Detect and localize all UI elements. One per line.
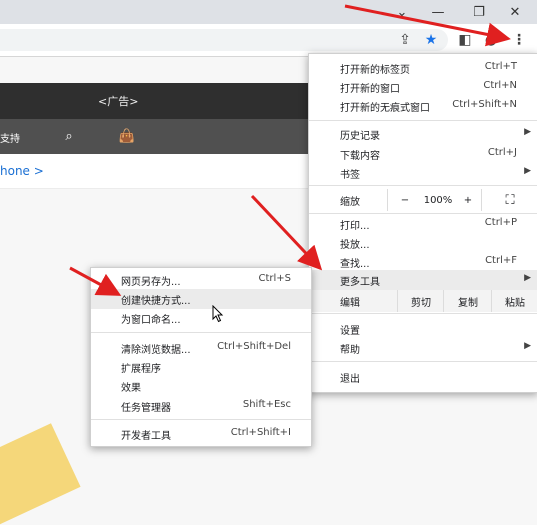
mouse-cursor-icon	[212, 305, 224, 323]
zoom-in-button[interactable]: +	[455, 189, 481, 211]
close-button[interactable]: ✕	[498, 0, 532, 24]
bag-icon[interactable]: 👜	[118, 127, 136, 145]
submenu-task-manager[interactable]: 任务管理器 Shift+Esc	[91, 396, 311, 416]
menu-find[interactable]: 查找... Ctrl+F	[309, 252, 537, 272]
bookmark-star-icon[interactable]: ★	[421, 30, 441, 50]
minimize-button[interactable]: —	[421, 0, 455, 24]
submenu-name-window[interactable]: 为窗口命名...	[91, 308, 311, 328]
decorative-shape	[0, 423, 81, 525]
address-bar[interactable]	[0, 29, 448, 51]
chevron-right-icon: ▶	[524, 273, 531, 283]
menu-settings[interactable]: 设置	[309, 319, 537, 339]
chrome-main-menu: 打开新的标签页 Ctrl+T 打开新的窗口 Ctrl+N 打开新的无痕式窗口 C…	[308, 53, 537, 393]
profile-icon[interactable]: ●	[481, 30, 501, 50]
menu-separator	[309, 120, 537, 121]
zoom-level: 100%	[423, 194, 453, 206]
submenu-clear-data[interactable]: 清除浏览数据... Ctrl+Shift+Del	[91, 338, 311, 358]
chevron-right-icon: ▶	[524, 127, 531, 137]
restore-button[interactable]: ❐	[462, 0, 496, 24]
menu-cast[interactable]: 投放...	[309, 233, 537, 253]
submenu-extensions[interactable]: 扩展程序	[91, 357, 311, 377]
site-nav-bar: 支持 ⌕ 👜	[0, 119, 310, 154]
chevron-down-icon[interactable]: ⌄	[385, 0, 419, 24]
side-panel-icon[interactable]: ◧	[455, 30, 475, 50]
menu-new-window[interactable]: 打开新的窗口 Ctrl+N	[309, 77, 537, 97]
share-icon[interactable]: ⇪	[395, 30, 415, 50]
more-tools-submenu: 网页另存为... Ctrl+S 创建快捷方式... 为窗口命名... 清除浏览数…	[90, 267, 312, 447]
menu-new-incognito[interactable]: 打开新的无痕式窗口 Ctrl+Shift+N	[309, 96, 537, 116]
copy-button[interactable]: 复制	[443, 290, 492, 312]
search-icon[interactable]: ⌕	[60, 127, 78, 145]
ad-bar: <广告>	[0, 83, 310, 119]
menu-print[interactable]: 打印... Ctrl+P	[309, 214, 537, 234]
ad-label: <广告>	[98, 95, 139, 108]
zoom-out-button[interactable]: −	[387, 189, 422, 211]
nav-support-link[interactable]: 支持	[0, 130, 20, 145]
menu-help[interactable]: 帮助 ▶	[309, 338, 537, 358]
menu-more-tools[interactable]: 更多工具 ▶	[309, 270, 537, 290]
menu-new-tab[interactable]: 打开新的标签页 Ctrl+T	[309, 58, 537, 78]
menu-kebab-icon[interactable]: ⋮	[509, 30, 529, 50]
menu-separator	[309, 185, 537, 186]
menu-downloads[interactable]: 下载内容 Ctrl+J	[309, 144, 537, 164]
fullscreen-icon[interactable]: ⛶	[481, 189, 537, 211]
menu-zoom-row: 缩放 − 100% + ⛶	[309, 189, 537, 211]
submenu-create-shortcut[interactable]: 创建快捷方式...	[91, 289, 311, 309]
submenu-save-as[interactable]: 网页另存为... Ctrl+S	[91, 270, 311, 290]
link-bar: hone >	[0, 154, 310, 189]
title-bar: ⌄ — ❐ ✕	[0, 0, 537, 24]
menu-separator	[309, 361, 537, 362]
menu-separator	[309, 313, 537, 314]
cut-button[interactable]: 剪切	[397, 290, 444, 312]
submenu-dev-tools[interactable]: 开发者工具 Ctrl+Shift+I	[91, 424, 311, 444]
menu-exit[interactable]: 退出	[309, 367, 537, 387]
submenu-effects[interactable]: 效果	[91, 376, 311, 396]
paste-button[interactable]: 粘贴	[491, 290, 537, 312]
menu-separator	[91, 419, 311, 420]
menu-history[interactable]: 历史记录 ▶	[309, 124, 537, 144]
menu-edit-row: 编辑 剪切 复制 粘贴	[309, 290, 537, 312]
menu-bookmarks[interactable]: 书签 ▶	[309, 163, 537, 183]
chevron-right-icon: ▶	[524, 341, 531, 351]
chevron-right-icon: ▶	[524, 166, 531, 176]
menu-separator	[91, 332, 311, 333]
product-link[interactable]: hone >	[0, 164, 44, 178]
